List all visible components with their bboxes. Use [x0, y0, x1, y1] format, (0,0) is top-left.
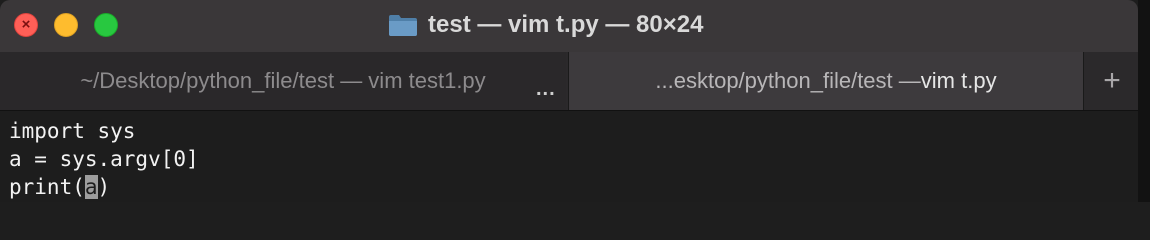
code-text-before-cursor: print( — [9, 175, 85, 199]
window-edge — [1138, 0, 1150, 202]
tab-label-prefix: ...esktop/python_file/test — — [655, 68, 921, 93]
terminal-content[interactable]: import sys a = sys.argv[0] print(a) — [0, 111, 1138, 202]
code-text-after-cursor: ) — [97, 175, 111, 199]
tab-bar: ~/Desktop/python_file/test — vim test1.p… — [0, 52, 1138, 111]
code-line-cursor: print(a) — [9, 173, 1138, 201]
tab-overflow-indicator[interactable]: ... — [536, 78, 556, 101]
folder-icon — [389, 15, 417, 36]
tab-t-py[interactable]: ...esktop/python_file/test — vim t.py — [568, 52, 1084, 110]
tab-test1[interactable]: ~/Desktop/python_file/test — vim test1.p… — [0, 52, 566, 110]
text-cursor: a — [84, 175, 98, 199]
new-tab-button[interactable]: + — [1086, 52, 1138, 110]
minimize-button[interactable] — [54, 13, 78, 37]
code-line: import sys — [9, 119, 136, 143]
close-icon: × — [21, 16, 31, 33]
maximize-button[interactable] — [94, 13, 118, 37]
title-bar[interactable]: × test — vim t.py — 80×24 — [0, 0, 1138, 52]
tab-label-emph: vim t.py — [920, 68, 997, 93]
window-title: test — vim t.py — 80×24 — [428, 11, 704, 38]
terminal-window: × test — vim t.py — 80×24 ~/Desktop/pyth… — [0, 0, 1150, 202]
window-title-group: test — vim t.py — 80×24 — [388, 9, 703, 41]
plus-icon: + — [1103, 64, 1121, 97]
close-button[interactable]: × — [14, 13, 38, 37]
code-line: a = sys.argv[0] — [9, 147, 199, 171]
tab-label: ~/Desktop/python_file/test — vim test1.p… — [80, 68, 486, 93]
